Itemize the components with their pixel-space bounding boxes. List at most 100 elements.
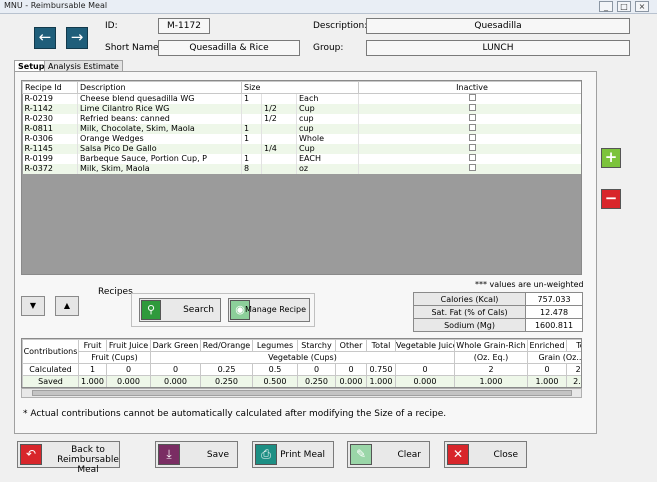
header-total-grain: Tot xyxy=(566,339,581,352)
table-row[interactable]: R-1142 Lime Cilantro Rice WG 1/2 Cup xyxy=(22,103,581,114)
size-whole-cell: 1 xyxy=(241,133,262,144)
header-legumes: Legumes xyxy=(252,339,298,352)
back-label-line1: Back to xyxy=(71,445,105,455)
inactive-checkbox[interactable] xyxy=(468,94,476,102)
table-row[interactable]: R-0199 Barbeque Sauce, Portion Cup, P 1 EAC… xyxy=(22,153,581,164)
group-grain-oz: Grain (Oz.... xyxy=(527,351,581,364)
plus-icon: + xyxy=(604,148,618,166)
table-row[interactable]: R-0230 Refried beans: canned 1/2 cup xyxy=(22,113,581,124)
recipe-id-cell: R-1142 xyxy=(22,103,78,114)
search-icon: ⚲ xyxy=(141,300,161,320)
nutrient-label: Calories (Kcal) xyxy=(412,292,527,306)
inactive-checkbox[interactable] xyxy=(468,134,476,141)
maximize-button[interactable]: □ xyxy=(617,1,631,12)
minimize-button[interactable]: _ xyxy=(599,1,613,12)
inactive-checkbox[interactable] xyxy=(468,144,476,151)
column-header-description[interactable]: Description xyxy=(77,81,242,94)
saved-value-cell: 1.000 xyxy=(366,375,396,387)
size-fraction-cell: 1/4 xyxy=(261,143,297,154)
nutrition-table: Calories (Kcal) 757.033 Sat. Fat (% of Cal… xyxy=(412,292,583,332)
size-fraction-cell xyxy=(261,163,297,174)
printer-icon: ⎙ xyxy=(255,444,277,465)
print-meal-button[interactable]: ⎙ Print Meal xyxy=(252,441,334,468)
inactive-checkbox[interactable] xyxy=(468,124,476,131)
size-fraction-cell xyxy=(261,133,297,144)
close-button[interactable]: ✕ Close xyxy=(444,441,527,468)
previous-record-button[interactable]: ← xyxy=(34,27,56,49)
size-fraction-cell xyxy=(261,153,297,164)
inactive-checkbox[interactable] xyxy=(468,154,476,161)
search-button-label: Search xyxy=(183,305,214,315)
window-title: MNU - Reimbursable Meal xyxy=(4,1,108,10)
triangle-up-icon: ▲ xyxy=(63,301,71,310)
recipes-grid[interactable]: Recipe Id Description Size Inactive R-02… xyxy=(21,80,582,275)
calculated-value-cell: 0 xyxy=(150,363,201,376)
next-record-button[interactable]: → xyxy=(66,27,88,49)
back-to-reimbursable-meal-button[interactable]: ↶ Back to Reimbursable Meal xyxy=(17,441,120,475)
id-field[interactable]: M-1172 xyxy=(158,18,210,34)
recipe-description-cell: Milk, Skim, Maola xyxy=(77,163,242,174)
recipe-id-cell: R-0230 xyxy=(22,113,78,124)
size-unit-cell: Each xyxy=(296,93,360,104)
short-name-field[interactable]: Quesadilla & Rice xyxy=(158,40,300,56)
nutrient-value: 12.478 xyxy=(525,305,583,319)
arrow-left-icon: ← xyxy=(38,28,52,46)
table-row[interactable]: R-0811 Milk, Chocolate, Skim, Maola 1 cup xyxy=(22,123,581,134)
size-unit-cell: cup xyxy=(296,113,360,124)
size-whole-cell xyxy=(241,143,262,154)
recipe-id-cell: R-0306 xyxy=(22,133,78,144)
move-up-button[interactable]: ▲ xyxy=(55,296,79,316)
close-window-button[interactable]: × xyxy=(635,1,649,12)
calculated-row-label: Calculated xyxy=(22,363,79,376)
remove-recipe-button[interactable]: − xyxy=(601,189,621,209)
size-fraction-cell xyxy=(261,93,297,104)
nutrition-row: Sodium (Mg) 1600.811 xyxy=(412,318,583,332)
recipe-description-cell: Milk, Chocolate, Skim, Maola xyxy=(77,123,242,134)
recipe-description-cell: Lime Cilantro Rice WG xyxy=(77,103,242,114)
table-row[interactable]: R-0372 Milk, Skim, Maola 8 oz xyxy=(22,163,581,174)
size-whole-cell xyxy=(241,103,262,114)
column-header-inactive[interactable]: Inactive xyxy=(358,81,581,94)
size-fraction-cell: 1/2 xyxy=(261,113,297,124)
saved-value-cell: 2.00 xyxy=(566,375,581,387)
saved-value-cell: 1.000 xyxy=(454,375,528,387)
header-total: Total xyxy=(366,339,396,352)
inactive-cell xyxy=(358,113,581,124)
table-row[interactable]: R-0219 Cheese blend quesadilla WG 1 Each xyxy=(22,93,581,104)
size-unit-cell: EACH xyxy=(296,153,360,164)
header-red-orange: Red/Orange xyxy=(200,339,253,352)
contributions-grid[interactable]: Contributions Fruit Fruit Juice Dark Gre… xyxy=(21,338,582,388)
header-dark-green: Dark Green xyxy=(150,339,201,352)
group-grain-oz-eq: (Oz. Eq.) xyxy=(454,351,528,364)
description-label: Description: xyxy=(313,21,368,31)
calculated-value-cell: 0 xyxy=(527,363,567,376)
inactive-checkbox[interactable] xyxy=(468,104,476,111)
saved-value-cell: 0.000 xyxy=(335,375,367,387)
move-down-button[interactable]: ▼ xyxy=(21,296,45,316)
recipe-description-cell: Orange Wedges xyxy=(77,133,242,144)
save-button[interactable]: ⤓ Save xyxy=(155,441,238,468)
search-button[interactable]: ⚲ Search xyxy=(139,298,221,322)
clear-button[interactable]: ✎ Clear xyxy=(347,441,430,468)
calculated-value-cell: 0.5 xyxy=(252,363,298,376)
inactive-checkbox[interactable] xyxy=(468,114,476,121)
table-row[interactable]: R-1145 Salsa Pico De Gallo 1/4 Cup xyxy=(22,143,581,154)
close-button-label: Close xyxy=(493,450,518,460)
scrollbar-thumb[interactable] xyxy=(32,390,572,396)
manage-recipe-button[interactable]: ◉ Manage Recipe xyxy=(228,298,310,322)
column-header-size[interactable]: Size xyxy=(240,81,360,94)
contributions-corner: Contributions xyxy=(22,339,79,364)
group-field[interactable]: LUNCH xyxy=(366,40,630,56)
description-field[interactable]: Quesadilla xyxy=(366,18,630,34)
table-row[interactable]: R-0306 Orange Wedges 1 Whole xyxy=(22,133,581,144)
inactive-cell xyxy=(358,153,581,164)
recipes-section-label: Recipes xyxy=(98,287,133,297)
nutrition-row: Calories (Kcal) 757.033 xyxy=(412,292,583,306)
nutrient-value: 1600.811 xyxy=(525,318,583,332)
column-header-recipe-id[interactable]: Recipe Id xyxy=(22,81,78,94)
triangle-down-icon: ▼ xyxy=(29,301,37,310)
contributions-scrollbar[interactable] xyxy=(21,388,582,398)
inactive-cell xyxy=(358,123,581,134)
add-recipe-button[interactable]: + xyxy=(601,148,621,168)
inactive-checkbox[interactable] xyxy=(468,164,476,171)
